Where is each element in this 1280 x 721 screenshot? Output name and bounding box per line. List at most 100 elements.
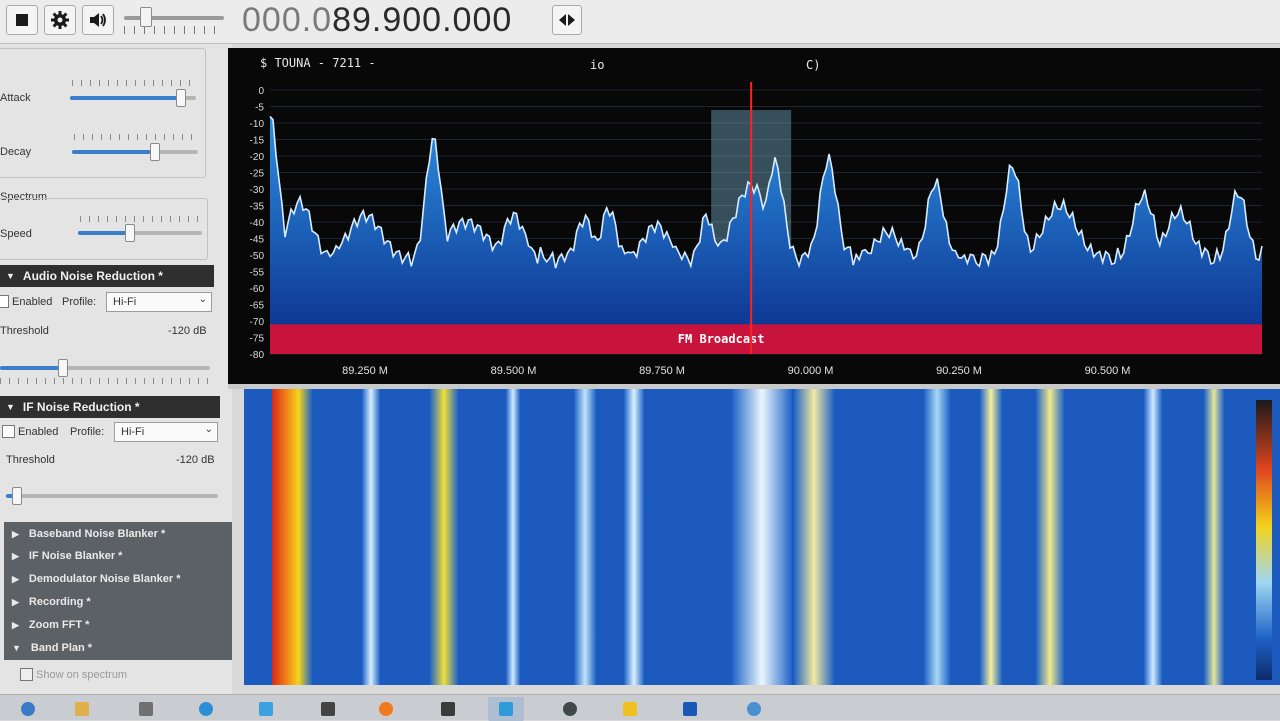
attack-label: Attack bbox=[0, 92, 31, 104]
volume-handle[interactable] bbox=[140, 7, 152, 27]
waterfall-streak bbox=[362, 389, 380, 685]
taskbar-button[interactable] bbox=[368, 697, 404, 721]
audio-nr-profile-select[interactable]: Hi-Fi ⌄ bbox=[106, 292, 212, 312]
taskbar-button[interactable] bbox=[310, 697, 346, 721]
decay-knob[interactable] bbox=[150, 143, 161, 161]
waterfall-streak bbox=[732, 389, 792, 685]
settings-button[interactable] bbox=[44, 5, 76, 35]
fm-broadcast-band bbox=[270, 324, 1262, 354]
freq-tick-label: 90.500 M bbox=[1085, 365, 1131, 377]
left-right-arrows-icon bbox=[559, 14, 575, 26]
taskbar-button[interactable] bbox=[188, 697, 224, 721]
taskbar bbox=[0, 694, 1280, 721]
taskbar-button[interactable] bbox=[612, 697, 648, 721]
if-nr-enabled-checkbox[interactable] bbox=[2, 425, 15, 438]
section-demodulator-noise-blanker[interactable]: ▶ Demodulator Noise Blanker * bbox=[12, 573, 181, 585]
speed-knob[interactable] bbox=[125, 224, 136, 242]
collapse-arrow-icon: ▼ bbox=[6, 271, 15, 281]
if-noise-reduction-title: IF Noise Reduction * bbox=[22, 400, 140, 414]
audio-nr-enabled-checkbox[interactable] bbox=[0, 295, 9, 308]
chevron-down-icon: ⌄ bbox=[198, 294, 207, 305]
db-tick-label: -70 bbox=[250, 317, 265, 328]
stop-icon bbox=[16, 14, 28, 26]
waterfall-color-scale bbox=[1256, 400, 1272, 680]
audio-nr-threshold-label: Threshold bbox=[0, 325, 49, 337]
if-nr-threshold-knob[interactable] bbox=[11, 487, 22, 505]
chrome-icon bbox=[747, 702, 761, 716]
agc-group bbox=[0, 48, 206, 178]
speed-ticks bbox=[80, 216, 200, 222]
section-band-plan[interactable]: ▼ Band Plan * bbox=[12, 642, 92, 654]
if-noise-reduction-header[interactable]: ▼ IF Noise Reduction * bbox=[0, 396, 220, 418]
attack-slider[interactable] bbox=[70, 89, 196, 107]
decay-fill bbox=[72, 150, 156, 154]
section-recording[interactable]: ▶ Recording * bbox=[12, 596, 91, 608]
decay-slider[interactable] bbox=[72, 143, 198, 161]
if-nr-threshold-label: Threshold bbox=[6, 454, 55, 466]
waterfall-view[interactable] bbox=[244, 389, 1280, 685]
speed-slider[interactable] bbox=[78, 224, 202, 242]
audio-nr-threshold-slider[interactable] bbox=[0, 359, 210, 377]
collapse-arrow-icon: ▼ bbox=[12, 643, 21, 653]
taskbar-button[interactable] bbox=[64, 697, 100, 721]
freq-tick-label: 90.000 M bbox=[788, 365, 834, 377]
mute-button[interactable] bbox=[82, 5, 114, 35]
db-tick-label: -10 bbox=[250, 119, 265, 130]
app-icon bbox=[441, 702, 455, 716]
attack-knob[interactable] bbox=[175, 89, 186, 107]
frequency-prefix: 000.0 bbox=[242, 1, 333, 39]
stop-button[interactable] bbox=[6, 5, 38, 35]
if-nr-threshold-slider[interactable] bbox=[6, 487, 218, 505]
taskbar-button[interactable] bbox=[248, 697, 284, 721]
frequency-display[interactable]: 000.089.900.000 bbox=[242, 1, 512, 40]
taskbar-button[interactable] bbox=[736, 697, 772, 721]
section-zoom-fft[interactable]: ▶ Zoom FFT * bbox=[12, 619, 89, 631]
left-panel: Attack Decay Spectrum Speed ▼ Audio Nois… bbox=[0, 44, 232, 694]
section-label: Recording * bbox=[28, 596, 91, 608]
overlay-text-right: C) bbox=[806, 58, 821, 72]
taskbar-button[interactable] bbox=[10, 697, 46, 721]
gear-icon bbox=[51, 11, 69, 29]
overlay-text-mid: io bbox=[590, 58, 605, 72]
freq-tick-label: 89.250 M bbox=[342, 365, 388, 377]
section-label: Band Plan * bbox=[30, 642, 93, 654]
taskbar-button[interactable] bbox=[552, 697, 588, 721]
db-tick-label: -35 bbox=[250, 202, 265, 213]
speaker-icon bbox=[90, 13, 106, 27]
expand-arrow-icon: ▶ bbox=[12, 597, 19, 607]
volume-slider[interactable] bbox=[124, 16, 224, 20]
taskbar-button[interactable] bbox=[430, 697, 466, 721]
if-nr-profile-select[interactable]: Hi-Fi ⌄ bbox=[114, 422, 218, 442]
start-icon bbox=[21, 702, 35, 716]
taskbar-button[interactable] bbox=[488, 697, 524, 721]
expand-arrow-icon: ▶ bbox=[12, 529, 19, 539]
db-tick-label: -55 bbox=[250, 268, 265, 279]
freq-axis: 89.250 M 89.500 M 89.750 M 90.000 M 90.250 M… bbox=[342, 365, 1130, 377]
waterfall-streak bbox=[1204, 389, 1224, 685]
bug-icon bbox=[623, 702, 637, 716]
db-tick-label: -80 bbox=[250, 350, 265, 361]
waterfall-streak bbox=[506, 389, 520, 685]
taskbar-button[interactable] bbox=[128, 697, 164, 721]
speed-label: Speed bbox=[0, 228, 32, 240]
db-tick-label: -60 bbox=[250, 284, 265, 295]
show-on-spectrum-checkbox[interactable] bbox=[20, 668, 33, 681]
waterfall-streak bbox=[272, 389, 312, 685]
waterfall-streak bbox=[1036, 389, 1064, 685]
waterfall-streak bbox=[794, 389, 834, 685]
audio-nr-threshold-knob[interactable] bbox=[58, 359, 68, 377]
explorer-icon bbox=[75, 702, 89, 716]
toolbar: 000.089.900.000 bbox=[0, 0, 1280, 44]
tuning-step-button[interactable] bbox=[552, 5, 582, 35]
calculator-icon bbox=[321, 702, 335, 716]
show-on-spectrum-label: Show on spectrum bbox=[36, 669, 128, 681]
db-tick-label: -15 bbox=[250, 136, 265, 147]
browser-icon bbox=[199, 702, 213, 716]
expand-arrow-icon: ▶ bbox=[12, 574, 19, 584]
spectrum-view[interactable]: FM Broadcast 0 -5 -10 -15 -20 -25 -30 -35 -40 -45… bbox=[228, 48, 1280, 384]
taskbar-button[interactable] bbox=[672, 697, 708, 721]
section-if-noise-blanker[interactable]: ▶ IF Noise Blanker * bbox=[12, 550, 122, 562]
audio-noise-reduction-header[interactable]: ▼ Audio Noise Reduction * bbox=[0, 265, 214, 287]
section-baseband-noise-blanker[interactable]: ▶ Baseband Noise Blanker * bbox=[12, 528, 165, 540]
audio-nr-profile-label: Profile: bbox=[62, 296, 97, 308]
